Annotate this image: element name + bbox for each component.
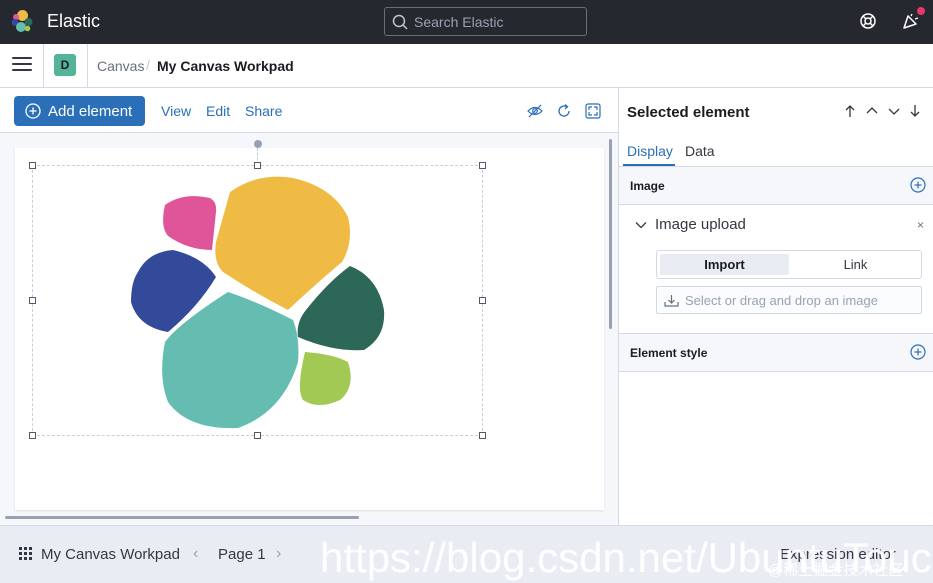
resize-handle-bottom-right[interactable]	[479, 432, 486, 439]
space-avatar[interactable]: D	[54, 54, 76, 76]
tab-display[interactable]: Display	[627, 143, 673, 159]
hamburger-menu-icon[interactable]	[12, 57, 32, 75]
resize-handle-bottom[interactable]	[254, 432, 261, 439]
divider	[43, 44, 44, 88]
image-section-title: Image	[630, 179, 665, 193]
page-grid-icon[interactable]	[19, 547, 33, 561]
image-upload-row[interactable]: Image upload ×	[619, 204, 933, 244]
close-icon[interactable]: ×	[917, 218, 924, 232]
search-input[interactable]: Search Elastic	[384, 7, 587, 36]
fullscreen-icon[interactable]	[585, 103, 601, 119]
rotation-handle[interactable]	[254, 140, 262, 148]
refresh-icon[interactable]	[556, 103, 572, 119]
help-lifebuoy-icon[interactable]	[858, 11, 878, 31]
breadcrumb-separator: /	[146, 57, 150, 73]
file-picker-placeholder: Select or drag and drop an image	[685, 293, 878, 308]
chevron-down-icon[interactable]	[635, 219, 647, 231]
watermark-caption: @稀土掘金技术社区	[768, 562, 904, 579]
workpad-name[interactable]: My Canvas Workpad	[41, 546, 180, 563]
elastic-logo-image[interactable]	[128, 172, 386, 430]
selected-element-panel: Selected element Display Data Image Imag…	[618, 88, 933, 525]
add-argument-icon[interactable]	[910, 177, 926, 193]
import-option[interactable]: Import	[660, 254, 789, 275]
breadcrumb-workpad: My Canvas Workpad	[157, 58, 294, 74]
top-header: Elastic Search Elastic	[0, 0, 933, 44]
panel-title: Selected element	[627, 104, 750, 121]
resize-handle-top[interactable]	[254, 162, 261, 169]
element-style-title: Element style	[630, 346, 708, 360]
resize-handle-top-right[interactable]	[479, 162, 486, 169]
upload-mode-toggle: Import Link	[656, 250, 922, 279]
notification-dot	[917, 7, 925, 15]
chevron-right-icon[interactable]: ›	[276, 545, 281, 563]
element-style-section-header: Element style	[619, 334, 933, 372]
resize-handle-top-left[interactable]	[29, 162, 36, 169]
bring-forward-icon[interactable]	[865, 104, 879, 118]
page-label: Page 1	[218, 546, 266, 563]
divider	[87, 44, 88, 88]
workpad-footer: My Canvas Workpad ‹ Page 1 › Expression …	[0, 525, 933, 583]
add-element-button[interactable]: Add element	[14, 96, 145, 126]
search-icon	[392, 14, 408, 30]
add-style-icon[interactable]	[910, 344, 926, 360]
search-placeholder: Search Elastic	[414, 13, 504, 30]
edit-menu[interactable]: Edit	[206, 103, 230, 119]
image-section-header: Image	[619, 167, 933, 205]
resize-handle-right[interactable]	[479, 297, 486, 304]
image-file-picker[interactable]: Select or drag and drop an image	[656, 286, 922, 314]
vertical-scrollbar[interactable]	[609, 139, 612, 329]
breadcrumb-bar: D Canvas / My Canvas Workpad	[0, 44, 933, 88]
elastic-logo-icon[interactable]	[10, 9, 34, 33]
bring-to-front-icon[interactable]	[843, 104, 857, 118]
send-to-back-icon[interactable]	[908, 104, 922, 118]
add-element-label: Add element	[48, 102, 133, 120]
workpad-toolbar: Add element View Edit Share	[0, 88, 618, 133]
share-menu[interactable]: Share	[245, 103, 282, 119]
plus-circle-icon	[25, 103, 41, 119]
send-backward-icon[interactable]	[887, 104, 901, 118]
app-title[interactable]: Elastic	[47, 11, 100, 32]
resize-handle-bottom-left[interactable]	[29, 432, 36, 439]
link-option[interactable]: Link	[791, 254, 920, 275]
hide-icon[interactable]	[527, 103, 543, 119]
horizontal-scrollbar[interactable]	[5, 516, 359, 519]
resize-handle-left[interactable]	[29, 297, 36, 304]
breadcrumb-canvas[interactable]: Canvas	[97, 58, 144, 74]
view-menu[interactable]: View	[161, 103, 191, 119]
chevron-left-icon[interactable]: ‹	[193, 545, 198, 563]
image-upload-label: Image upload	[655, 216, 746, 233]
upload-icon	[664, 295, 679, 307]
tab-data[interactable]: Data	[685, 143, 715, 159]
